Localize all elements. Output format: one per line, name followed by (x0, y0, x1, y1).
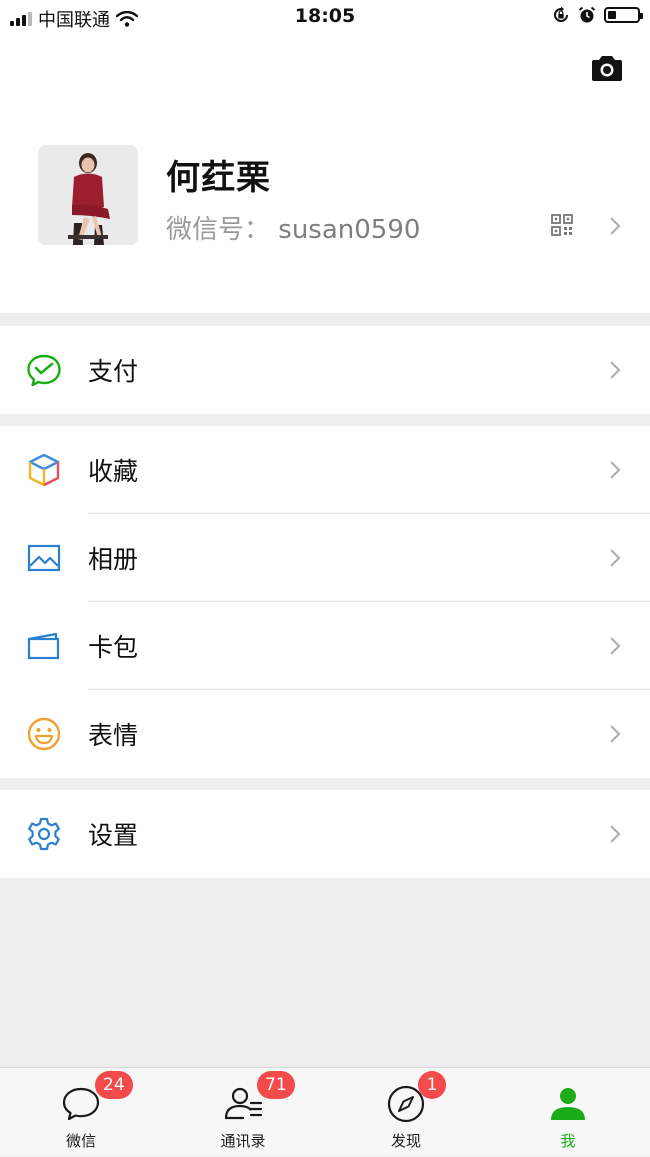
menu-item-favorites[interactable]: 收藏 (0, 426, 650, 514)
tab-label-me: 我 (560, 1132, 576, 1150)
tab-contacts[interactable]: 71 通讯录 (162, 1068, 324, 1157)
album-icon (27, 544, 61, 572)
menu-label-album: 相册 (88, 545, 139, 574)
qr-code-icon[interactable] (551, 214, 573, 236)
menu-label-pay: 支付 (88, 357, 139, 386)
rotation-lock-icon (554, 6, 568, 22)
camera-icon[interactable] (590, 54, 624, 82)
tab-bar: 24 微信 71 通讯录 1 发现 我 (0, 1067, 650, 1156)
chevron-right-icon (610, 725, 621, 743)
menu-item-album[interactable]: 相册 (0, 514, 650, 602)
status-right (552, 6, 643, 24)
tab-label-discover: 发现 (390, 1132, 421, 1150)
tab-me[interactable]: 我 (487, 1068, 649, 1157)
alarm-icon (578, 6, 596, 23)
main-section: 收藏 相册 卡包 表情 (0, 426, 650, 778)
battery-level (608, 11, 616, 19)
menu-label-cards: 卡包 (88, 633, 139, 662)
chevron-right-icon (610, 549, 621, 567)
avatar-photo (38, 145, 138, 245)
tab-label-chats: 微信 (65, 1132, 96, 1150)
profile-name: 何荭栗 (166, 158, 271, 198)
pay-section: 支付 (0, 326, 650, 414)
status-bar: 中国联通 18:05 (0, 0, 650, 34)
badge-discover: 1 (418, 1071, 446, 1099)
wechat-id-value: susan0590 (278, 215, 421, 245)
favorites-cube-icon (28, 453, 60, 487)
person-icon (551, 1088, 585, 1120)
tab-chats[interactable]: 24 微信 (0, 1068, 162, 1157)
smiley-icon (27, 717, 61, 751)
menu-label-settings: 设置 (88, 821, 139, 850)
tab-label-contacts: 通讯录 (220, 1132, 266, 1150)
settings-section: 设置 (0, 790, 650, 878)
wechat-id-label: 微信号： (166, 215, 271, 245)
profile-header[interactable]: 何荭栗 微信号： susan0590 (0, 34, 650, 313)
menu-label-favorites: 收藏 (88, 457, 139, 486)
menu-item-stickers[interactable]: 表情 (0, 690, 650, 778)
chevron-right-icon (610, 461, 621, 479)
battery-icon (604, 7, 643, 23)
avatar[interactable] (38, 145, 138, 245)
chevron-right-icon (610, 825, 621, 843)
menu-item-settings[interactable]: 设置 (0, 790, 650, 878)
chevron-right-icon (610, 217, 621, 235)
badge-contacts: 71 (257, 1071, 295, 1099)
wallet-icon (27, 632, 60, 660)
wechat-pay-icon (27, 354, 61, 387)
menu-label-stickers: 表情 (88, 721, 139, 750)
menu-item-cards[interactable]: 卡包 (0, 602, 650, 690)
chevron-right-icon (610, 361, 621, 379)
chevron-right-icon (610, 637, 621, 655)
gear-icon (28, 817, 60, 851)
wechat-id: 微信号： susan0590 (166, 209, 420, 246)
badge-chats: 24 (95, 1071, 133, 1099)
tab-discover[interactable]: 1 发现 (325, 1068, 487, 1157)
menu-item-pay[interactable]: 支付 (0, 326, 650, 414)
